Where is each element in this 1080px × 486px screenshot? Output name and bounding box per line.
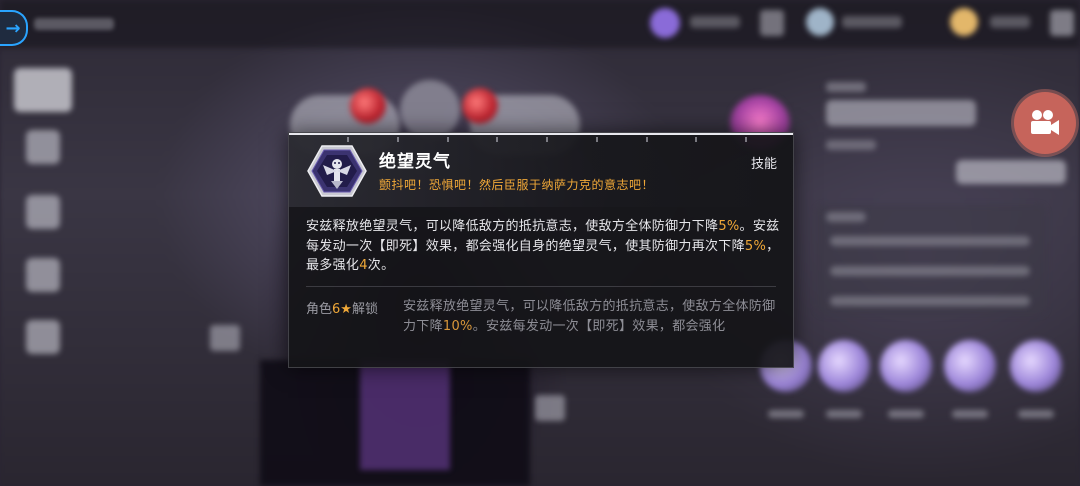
skill-orb-blurred (818, 340, 870, 392)
skill-orb-blurred (944, 340, 996, 392)
skill-type-label: 技能 (750, 157, 777, 172)
skill-orb-label-blurred (1018, 410, 1054, 418)
back-button[interactable]: → (0, 10, 28, 46)
video-camera-icon (1031, 110, 1059, 135)
divider (306, 286, 776, 287)
skill-orb-blurred (880, 340, 932, 392)
unlock-requirement: 角色6★解锁 (306, 302, 378, 317)
skill-tooltip: 绝望灵气 颤抖吧！恐惧吧！然后臣服于纳萨力克的意志吧！ 技能 安兹释放绝望灵气，… (288, 132, 794, 368)
left-menu-item-blurred (26, 130, 60, 164)
skill-quote: 颤抖吧！恐惧吧！然后臣服于纳萨力克的意志吧！ (379, 178, 655, 192)
stat-row-blurred (830, 236, 1030, 246)
skill-icon (307, 145, 367, 197)
unlock-description: 安兹释放绝望灵气，可以降低敌方的抵抗意志，使敌方全体防御力下降10%。安兹每发动… (403, 299, 776, 334)
record-video-button[interactable] (1014, 92, 1076, 154)
left-menu-item-blurred (14, 68, 72, 112)
skill-orb-label-blurred (768, 410, 804, 418)
character-orb-blurred (350, 88, 386, 124)
button-blurred (956, 160, 1066, 184)
char-tag-blurred (826, 140, 876, 150)
skill-orb-label-blurred (826, 410, 862, 418)
character-head-blurred (400, 80, 460, 140)
resource-icon-blurred (806, 8, 834, 36)
arrow-blurred (535, 395, 565, 421)
character-robe-purple-blurred (360, 360, 450, 470)
tooltip-top-border (289, 133, 793, 135)
arrow-right-icon: → (5, 17, 21, 39)
resource-value-blurred (842, 16, 902, 28)
skeleton-crest-icon (307, 145, 367, 197)
arrow-blurred (210, 325, 240, 351)
top-title-blurred (34, 18, 114, 30)
char-subtitle-blurred (826, 82, 866, 92)
resource-icon-blurred (950, 8, 978, 36)
char-name-blurred (826, 100, 976, 126)
skill-orb-label-blurred (888, 410, 924, 418)
stats-title-blurred (826, 212, 866, 222)
skill-orb-label-blurred (952, 410, 988, 418)
top-bar-blurred (0, 0, 1080, 48)
skill-name: 绝望灵气 (379, 152, 451, 172)
resource-value-blurred (690, 16, 740, 28)
skill-description: 安兹释放绝望灵气，可以降低敌方的抵抗意志，使敌方全体防御力下降5%。安兹每发动一… (306, 219, 780, 273)
stat-row-blurred (830, 266, 1030, 276)
resource-icon-blurred (760, 10, 784, 36)
skill-orb-blurred (1010, 340, 1062, 392)
stat-row-blurred (830, 296, 1030, 306)
character-orb-blurred (462, 88, 498, 124)
left-menu-item-blurred (26, 195, 60, 229)
tooltip-ticks (347, 137, 747, 143)
resource-icon-blurred (1050, 10, 1074, 36)
star-icon: ★ (340, 302, 352, 317)
resource-value-blurred (990, 16, 1030, 28)
left-menu-item-blurred (26, 320, 60, 354)
resource-icon-blurred (650, 8, 680, 38)
left-menu-item-blurred (26, 258, 60, 292)
